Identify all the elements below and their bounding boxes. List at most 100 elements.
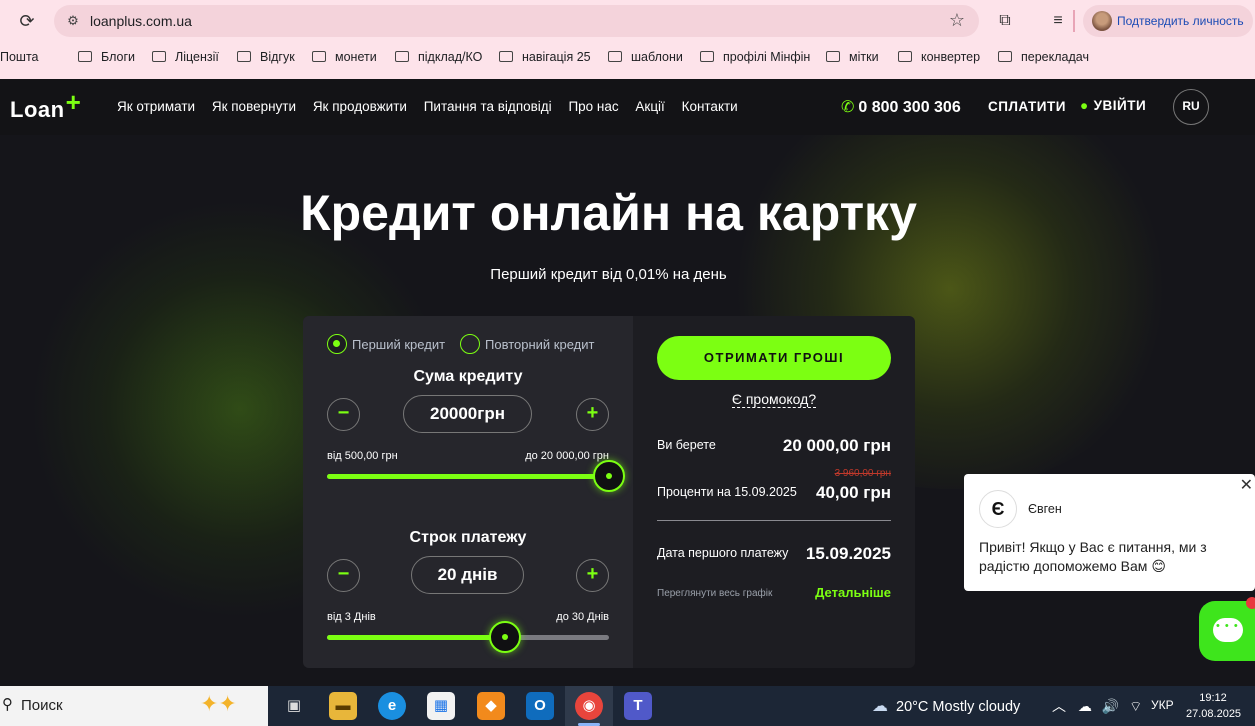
bookmark-folder[interactable]: підклад/КО xyxy=(395,50,482,64)
bookmark-folder[interactable]: монети xyxy=(312,50,377,64)
clock-time: 19:12 xyxy=(1199,692,1227,704)
details-link[interactable]: Детальніше xyxy=(815,585,891,600)
outlook-icon[interactable]: O xyxy=(526,692,554,720)
pay-link[interactable]: СПЛАТИТИ xyxy=(988,99,1066,114)
term-slider-fill xyxy=(327,635,505,640)
bookmark-folder[interactable]: профілі Мінфін xyxy=(700,50,810,64)
media-controls-icon[interactable]: ≡ xyxy=(1046,9,1070,33)
folder-icon xyxy=(700,51,714,62)
close-icon[interactable]: ✕ xyxy=(1240,475,1253,495)
bookmark-item[interactable]: Пошта xyxy=(0,50,39,64)
nav-link[interactable]: Як продовжити xyxy=(313,99,407,114)
old-interest-value: 3 960,00 грн xyxy=(834,468,891,479)
copilot-sparkle-icon: ✦✦ xyxy=(200,691,237,716)
task-view-icon[interactable]: ▣ xyxy=(280,692,308,720)
folder-icon xyxy=(395,51,409,62)
taskbar-search[interactable]: ⚲ Поиск ✦✦ xyxy=(0,686,268,726)
nav-link[interactable]: Як повернути xyxy=(212,99,296,114)
profile-button[interactable]: Подтвердить личность xyxy=(1083,5,1253,37)
bookmark-folder[interactable]: шаблони xyxy=(608,50,683,64)
phone-link[interactable]: ✆ 0 800 300 306 xyxy=(841,97,961,117)
cloud-icon: ☁ xyxy=(872,698,888,715)
app-icon[interactable]: ◆ xyxy=(477,692,505,720)
extensions-icon[interactable]: ⧉ xyxy=(993,9,1017,33)
nav-link[interactable]: Акції xyxy=(635,99,664,114)
clock-date: 27.08.2025 xyxy=(1186,708,1242,720)
radio-repeat-credit[interactable]: Повторний кредит xyxy=(460,334,594,354)
term-label: Строк платежу xyxy=(409,529,527,546)
folder-icon xyxy=(499,51,513,62)
bookmark-label: Блоги xyxy=(101,50,135,64)
radio-first-credit[interactable]: Перший кредит xyxy=(327,334,445,354)
login-link[interactable]: ● УВІЙТИ xyxy=(1080,98,1146,113)
bookmark-folder[interactable]: мітки xyxy=(826,50,879,64)
amount-slider[interactable] xyxy=(327,460,625,492)
clock[interactable]: 19:12 27.08.2025 xyxy=(1186,690,1242,722)
toolbar-separator xyxy=(1073,10,1075,32)
url-text[interactable]: loanplus.com.ua xyxy=(90,13,192,29)
take-label: Ви берете xyxy=(657,438,716,452)
folder-icon xyxy=(826,51,840,62)
chat-open-button[interactable] xyxy=(1199,601,1255,661)
bookmark-label: конвертер xyxy=(921,50,981,64)
loan-calculator: Перший кредит Повторний кредит Сума кред… xyxy=(303,316,915,668)
bookmark-folder[interactable]: Блоги xyxy=(78,50,135,64)
amount-slider-handle[interactable] xyxy=(593,460,625,492)
folder-icon xyxy=(312,51,326,62)
folder-icon xyxy=(998,51,1012,62)
interest-value: 40,00 грн xyxy=(816,483,891,502)
promo-code-link[interactable]: Є промокод? xyxy=(657,391,891,408)
browser-chrome: ⟳ ⚙ loanplus.com.ua ☆ ⧉ ≡ Подтвердить ли… xyxy=(0,0,1255,79)
bookmark-folder[interactable]: конвертер xyxy=(898,50,980,64)
nav-link[interactable]: Контакти xyxy=(682,99,738,114)
address-bar[interactable]: ⚙ loanplus.com.ua ☆ xyxy=(54,5,979,37)
term-slider-handle[interactable] xyxy=(488,621,521,653)
nav-link[interactable]: Про нас xyxy=(568,99,618,114)
file-explorer-icon[interactable]: ▬ xyxy=(329,692,357,720)
folder-icon xyxy=(78,51,92,62)
site-info-icon[interactable]: ⚙ xyxy=(64,12,82,30)
weather-widget[interactable]: ☁ 20°C Mostly cloudy xyxy=(872,696,1020,716)
wifi-icon[interactable]: ⌔ xyxy=(1129,698,1142,714)
folder-icon xyxy=(152,51,166,62)
amount-increase-button[interactable]: + xyxy=(576,398,609,431)
bookmark-folder[interactable]: Відгук xyxy=(237,50,295,64)
bookmark-label: мітки xyxy=(849,50,879,64)
hero-title: Кредит онлайн на картку xyxy=(300,185,917,241)
input-language[interactable]: УКР xyxy=(1151,698,1174,712)
reload-icon[interactable]: ⟳ xyxy=(16,10,38,32)
plus-icon: + xyxy=(65,87,82,117)
login-label: УВІЙТИ xyxy=(1093,98,1147,113)
term-decrease-button[interactable]: − xyxy=(327,559,360,592)
store-icon[interactable]: ▦ xyxy=(427,692,455,720)
chevron-up-icon[interactable]: ︿ xyxy=(1052,698,1066,714)
bookmark-star-icon[interactable]: ☆ xyxy=(949,10,965,31)
teams-icon[interactable]: T xyxy=(624,692,652,720)
term-value[interactable]: 20 днів xyxy=(411,556,524,594)
radio-checked-icon xyxy=(327,334,347,354)
bookmark-label: перекладач xyxy=(1021,50,1089,64)
bookmark-folder[interactable]: перекладач xyxy=(998,50,1089,64)
term-slider[interactable] xyxy=(327,621,609,653)
language-switch[interactable]: RU xyxy=(1173,89,1209,125)
chrome-icon[interactable]: ◉ xyxy=(575,692,603,720)
onedrive-icon[interactable]: ☁ xyxy=(1078,698,1092,714)
edge-icon[interactable]: e xyxy=(378,692,406,720)
avatar xyxy=(1092,11,1112,31)
volume-icon[interactable]: 🔊 xyxy=(1102,698,1119,714)
phone-number: 0 800 300 306 xyxy=(858,99,961,116)
bookmark-folder[interactable]: Ліцензії xyxy=(152,50,219,64)
site-logo[interactable]: Loan+ xyxy=(10,87,81,124)
bookmark-label: навігація 25 xyxy=(522,50,591,64)
search-icon: ⚲ xyxy=(2,696,13,713)
bookmark-folder[interactable]: навігація 25 xyxy=(499,50,591,64)
radio-unchecked-icon xyxy=(460,334,480,354)
folder-icon xyxy=(237,51,251,62)
system-tray[interactable]: ︿ ☁ 🔊 ⌔ xyxy=(1052,696,1142,716)
amount-decrease-button[interactable]: − xyxy=(327,398,360,431)
nav-link[interactable]: Питання та відповіді xyxy=(424,99,552,114)
nav-link[interactable]: Як отримати xyxy=(117,99,195,114)
amount-value[interactable]: 20000грн xyxy=(403,395,532,433)
get-money-button[interactable]: ОТРИМАТИ ГРОШІ xyxy=(657,336,891,380)
term-increase-button[interactable]: + xyxy=(576,559,609,592)
